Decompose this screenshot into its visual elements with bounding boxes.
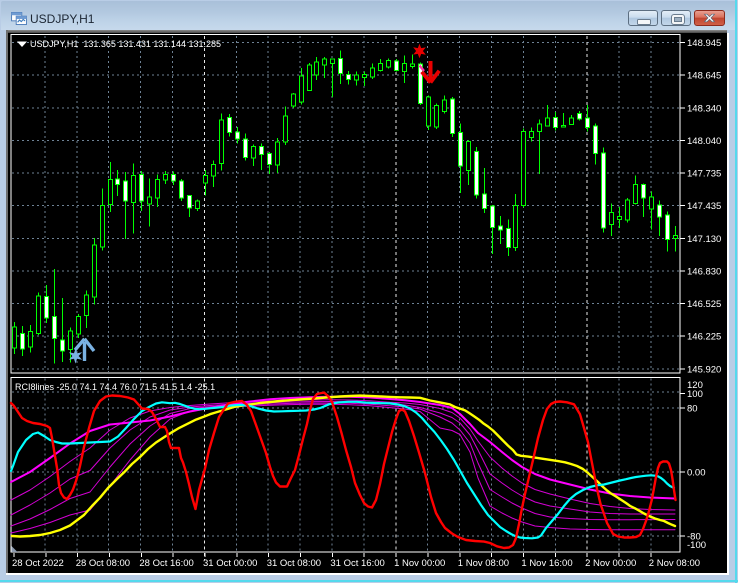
svg-text:148.645: 148.645 bbox=[687, 71, 721, 82]
svg-text:31 Oct 00:00: 31 Oct 00:00 bbox=[203, 558, 257, 569]
svg-text:2 Nov 00:00: 2 Nov 00:00 bbox=[585, 558, 636, 569]
svg-text:28 Oct 2022: 28 Oct 2022 bbox=[12, 558, 64, 569]
svg-text:80: 80 bbox=[687, 404, 698, 415]
svg-text:-100: -100 bbox=[687, 540, 706, 551]
svg-text:0.00: 0.00 bbox=[687, 468, 706, 479]
svg-text:28 Oct 16:00: 28 Oct 16:00 bbox=[139, 558, 193, 569]
svg-text:28 Oct 08:00: 28 Oct 08:00 bbox=[76, 558, 130, 569]
svg-text:148.945: 148.945 bbox=[687, 38, 721, 49]
svg-text:146.525: 146.525 bbox=[687, 299, 721, 310]
svg-text:146.225: 146.225 bbox=[687, 332, 721, 343]
svg-text:1 Nov 00:00: 1 Nov 00:00 bbox=[394, 558, 445, 569]
svg-text:147.435: 147.435 bbox=[687, 201, 721, 212]
svg-text:148.340: 148.340 bbox=[687, 103, 721, 114]
svg-text:USDJPY,H1 131.365 131.431 131: USDJPY,H1 131.365 131.431 131.144 131.28… bbox=[30, 39, 221, 49]
svg-text:1 Nov 08:00: 1 Nov 08:00 bbox=[458, 558, 509, 569]
svg-text:147.735: 147.735 bbox=[687, 169, 721, 180]
svg-text:148.040: 148.040 bbox=[687, 136, 721, 147]
svg-text:2 Nov 08:00: 2 Nov 08:00 bbox=[649, 558, 700, 569]
svg-text:31 Oct 08:00: 31 Oct 08:00 bbox=[267, 558, 321, 569]
svg-text:1 Nov 16:00: 1 Nov 16:00 bbox=[521, 558, 572, 569]
svg-text:145.920: 145.920 bbox=[687, 364, 721, 375]
svg-text:146.830: 146.830 bbox=[687, 266, 721, 277]
svg-text:31 Oct 16:00: 31 Oct 16:00 bbox=[330, 558, 384, 569]
svg-text:RCI8lines -25.0 74.1 74.4 76.0: RCI8lines -25.0 74.1 74.4 76.0 71.5 41.5… bbox=[15, 382, 215, 392]
svg-text:100: 100 bbox=[687, 389, 703, 400]
svg-text:147.130: 147.130 bbox=[687, 234, 721, 245]
